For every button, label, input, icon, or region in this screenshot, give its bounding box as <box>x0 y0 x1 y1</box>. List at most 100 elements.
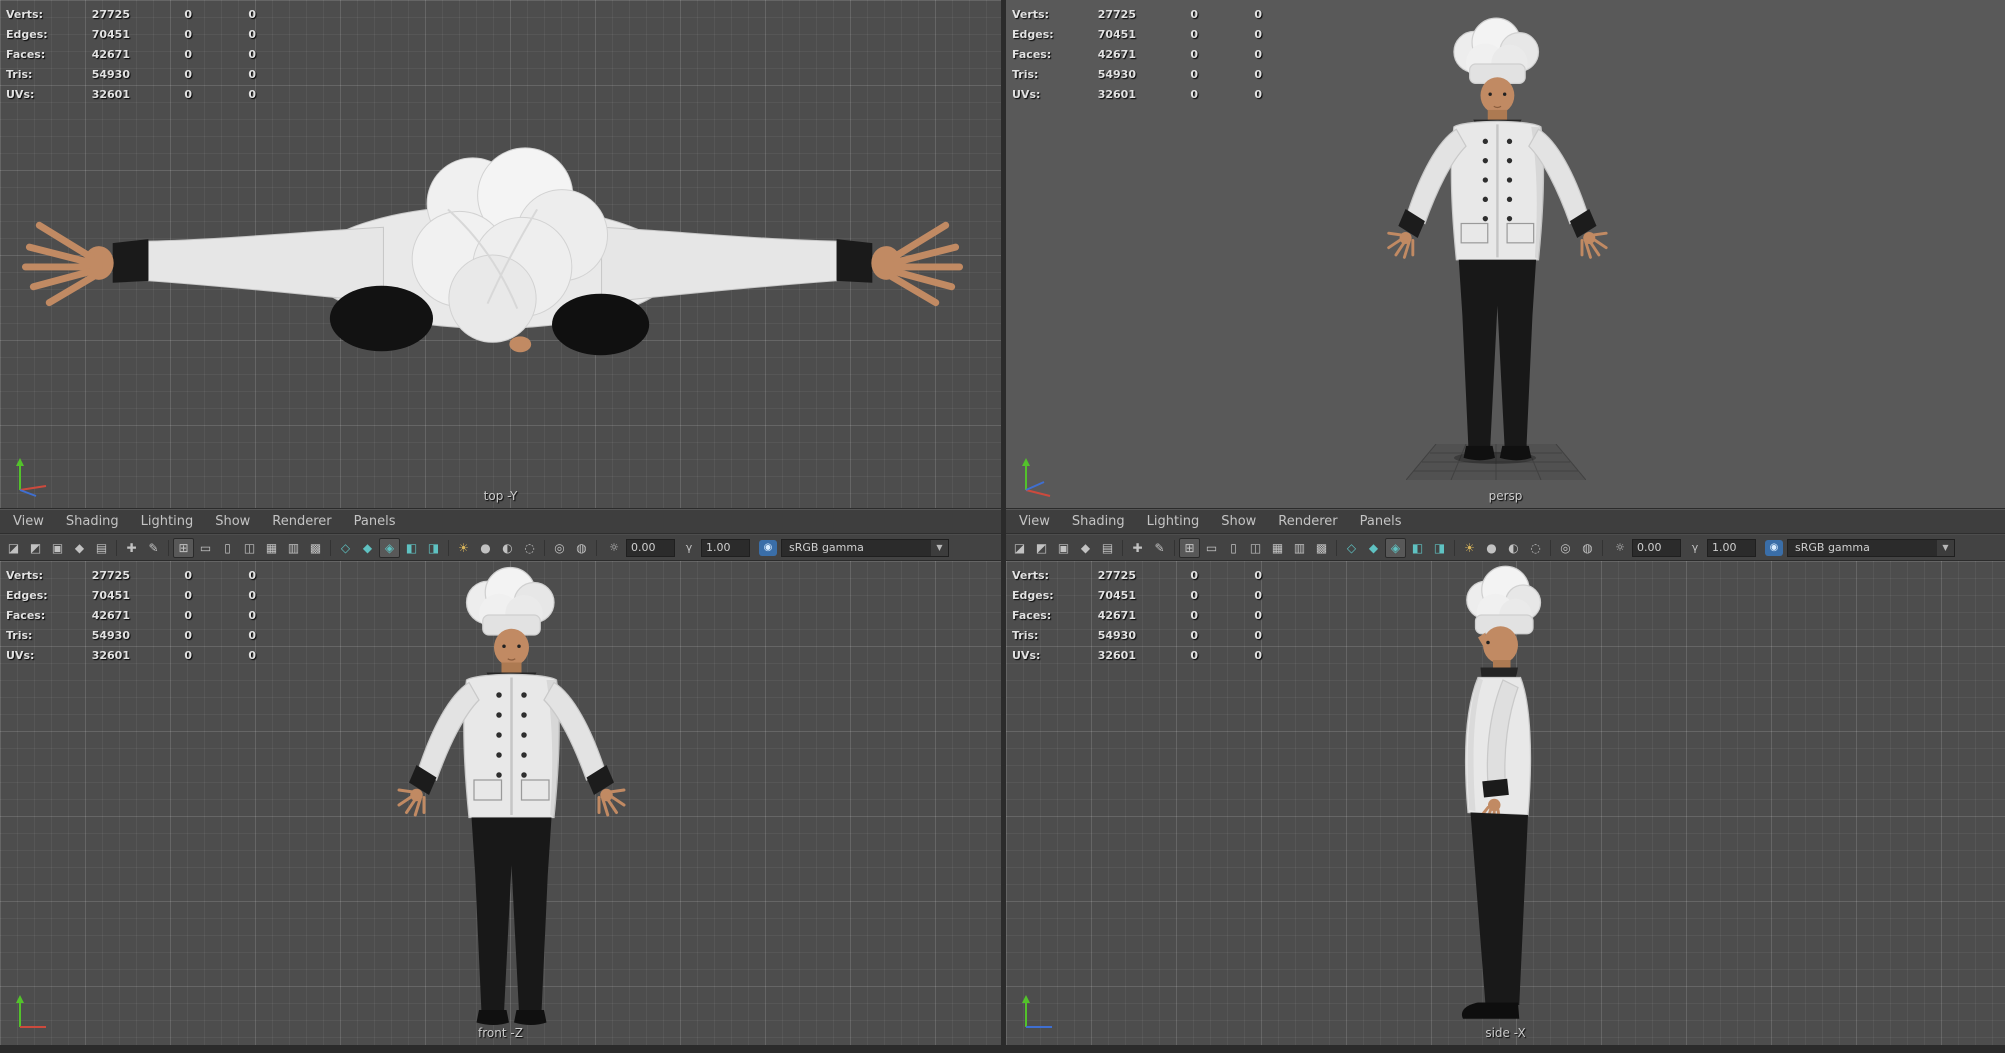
ambient-occlusion-icon[interactable]: ◐ <box>1503 538 1524 558</box>
grease-pencil-icon[interactable]: ✎ <box>143 538 164 558</box>
menu-lighting[interactable]: Lighting <box>1136 514 1211 529</box>
toolbar-separator <box>1602 539 1603 556</box>
hud-value: 42671 <box>91 608 130 622</box>
hud-value: 70451 <box>91 588 130 602</box>
shadows-icon[interactable]: ● <box>1481 538 1502 558</box>
gamma-field[interactable] <box>701 538 750 557</box>
image-plane-icon[interactable]: ▤ <box>91 538 112 558</box>
panel-top-view: Verts: 27725 0 0 Edges: 70451 0 0 Faces: 42671 0 0 T… <box>0 0 1001 508</box>
menu-renderer[interactable]: Renderer <box>261 514 342 529</box>
safe-title-icon[interactable]: ▩ <box>1311 538 1332 558</box>
exposure-field[interactable] <box>626 538 675 557</box>
menu-panels[interactable]: Panels <box>1349 514 1413 529</box>
smooth-shade-icon[interactable]: ◆ <box>1363 538 1384 558</box>
hud-col3: 0 <box>1254 608 1262 622</box>
hud-col2: 0 <box>184 588 192 602</box>
wireframe-on-shaded-icon[interactable]: ◍ <box>571 538 592 558</box>
chevron-down-icon[interactable]: ▼ <box>931 539 948 556</box>
2d-pan-zoom-icon[interactable]: ✚ <box>1127 538 1148 558</box>
field-chart-icon[interactable]: ▦ <box>261 538 282 558</box>
safe-title-icon[interactable]: ▩ <box>305 538 326 558</box>
gate-mask-icon[interactable]: ◫ <box>239 538 260 558</box>
hud-row: Verts: 27725 0 0 <box>6 4 256 24</box>
resolution-gate-icon[interactable]: ▯ <box>1223 538 1244 558</box>
use-default-material-icon[interactable]: ◧ <box>401 538 422 558</box>
hud-col2: 0 <box>184 628 192 642</box>
menu-panels[interactable]: Panels <box>343 514 407 529</box>
xray-icon[interactable]: ◨ <box>423 538 444 558</box>
bookmarks-icon[interactable]: ◆ <box>69 538 90 558</box>
hud-col2: 0 <box>184 608 192 622</box>
hud-label: Faces: <box>1012 47 1052 61</box>
exposure-field[interactable] <box>1632 538 1681 557</box>
hud-row: Edges: 70451 0 0 <box>1012 585 1262 605</box>
2d-pan-zoom-icon[interactable]: ✚ <box>121 538 142 558</box>
chevron-down-icon[interactable]: ▼ <box>1937 539 1954 556</box>
use-default-material-icon[interactable]: ◧ <box>1407 538 1428 558</box>
grid-toggle-icon[interactable]: ⊞ <box>1179 537 1200 558</box>
hud-value: 54930 <box>1097 628 1136 642</box>
lock-camera-icon[interactable]: ◩ <box>25 538 46 558</box>
viewport-side[interactable]: Verts: 27725 0 0 Edges: 70451 0 0 Faces: 42671 0 0 T… <box>1006 561 2005 1045</box>
view-transform-dropdown[interactable]: sRGB gamma ▼ <box>781 538 949 557</box>
toolbar-separator <box>116 539 117 556</box>
gamma-field[interactable] <box>1707 538 1756 557</box>
chef-model-side[interactable] <box>1403 561 1603 1045</box>
camera-attributes-icon[interactable]: ▣ <box>47 538 68 558</box>
wireframe-on-shaded-icon[interactable]: ◍ <box>1577 538 1598 558</box>
resolution-gate-icon[interactable]: ▯ <box>217 538 238 558</box>
hud-col2: 0 <box>1190 67 1198 81</box>
hud-label: Faces: <box>6 608 46 622</box>
viewport-label-front: front -Z <box>478 1026 523 1040</box>
lock-camera-icon[interactable]: ◩ <box>1031 538 1052 558</box>
use-all-lights-icon[interactable]: ☀ <box>453 538 474 558</box>
shadows-icon[interactable]: ● <box>475 538 496 558</box>
camera-attributes-icon[interactable]: ▣ <box>1053 538 1074 558</box>
textured-icon[interactable]: ◈ <box>379 537 400 558</box>
menu-show[interactable]: Show <box>204 514 261 529</box>
motion-blur-icon[interactable]: ◌ <box>1525 538 1546 558</box>
isolate-select-icon[interactable]: ◎ <box>549 538 570 558</box>
grease-pencil-icon[interactable]: ✎ <box>1149 538 1170 558</box>
chef-hat <box>465 566 555 636</box>
menu-shading[interactable]: Shading <box>1061 514 1136 529</box>
ambient-occlusion-icon[interactable]: ◐ <box>497 538 518 558</box>
chef-model-top-view[interactable] <box>20 140 965 378</box>
menu-lighting[interactable]: Lighting <box>130 514 205 529</box>
viewport-top[interactable]: Verts: 27725 0 0 Edges: 70451 0 0 Faces: 42671 0 0 T… <box>0 0 1001 508</box>
view-transform-value: sRGB gamma <box>789 541 864 554</box>
motion-blur-icon[interactable]: ◌ <box>519 538 540 558</box>
safe-action-icon[interactable]: ▥ <box>283 538 304 558</box>
grid-toggle-icon[interactable]: ⊞ <box>173 537 194 558</box>
select-camera-icon[interactable]: ◪ <box>3 538 24 558</box>
menu-view[interactable]: View <box>2 514 55 529</box>
hud-col3: 0 <box>1254 7 1262 21</box>
use-all-lights-icon[interactable]: ☀ <box>1459 538 1480 558</box>
chef-model-persp[interactable] <box>1350 6 1640 508</box>
menu-view[interactable]: View <box>1008 514 1061 529</box>
image-plane-icon[interactable]: ▤ <box>1097 538 1118 558</box>
smooth-shade-icon[interactable]: ◆ <box>357 538 378 558</box>
poly-count-hud: Verts: 27725 0 0 Edges: 70451 0 0 Faces: 42671 0 0 T… <box>6 4 256 104</box>
xray-icon[interactable]: ◨ <box>1429 538 1450 558</box>
chef-model-front[interactable] <box>359 561 659 1045</box>
isolate-select-icon[interactable]: ◎ <box>1555 538 1576 558</box>
textured-icon[interactable]: ◈ <box>1385 537 1406 558</box>
film-gate-icon[interactable]: ▭ <box>1201 538 1222 558</box>
menu-renderer[interactable]: Renderer <box>1267 514 1348 529</box>
film-gate-icon[interactable]: ▭ <box>195 538 216 558</box>
menu-show[interactable]: Show <box>1210 514 1267 529</box>
wireframe-icon[interactable]: ◇ <box>1341 538 1362 558</box>
select-camera-icon[interactable]: ◪ <box>1009 538 1030 558</box>
viewport-front[interactable]: Verts: 27725 0 0 Edges: 70451 0 0 Faces: 42671 0 0 T… <box>0 561 1001 1045</box>
bookmarks-icon[interactable]: ◆ <box>1075 538 1096 558</box>
safe-action-icon[interactable]: ▥ <box>1289 538 1310 558</box>
menu-shading[interactable]: Shading <box>55 514 130 529</box>
wireframe-icon[interactable]: ◇ <box>335 538 356 558</box>
hud-col2: 0 <box>1190 608 1198 622</box>
gate-mask-icon[interactable]: ◫ <box>1245 538 1266 558</box>
view-transform-dropdown[interactable]: sRGB gamma ▼ <box>1787 538 1955 557</box>
hud-label: Faces: <box>1012 608 1052 622</box>
viewport-persp[interactable]: Verts: 27725 0 0 Edges: 70451 0 0 Faces: 42671 0 0 T… <box>1006 0 2005 508</box>
field-chart-icon[interactable]: ▦ <box>1267 538 1288 558</box>
